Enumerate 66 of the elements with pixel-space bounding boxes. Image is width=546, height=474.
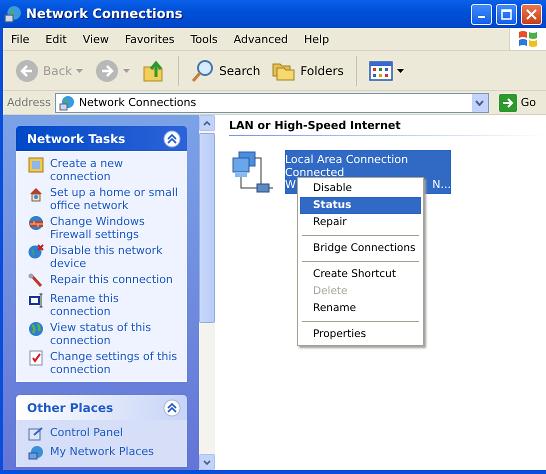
menu-item[interactable]: Edit — [37, 32, 75, 46]
connection-detail: W — [285, 179, 296, 192]
panel-title: Other Places — [27, 400, 114, 414]
document-check-icon — [28, 350, 44, 366]
search-button[interactable]: Search — [187, 56, 264, 84]
collapse-chevron-icon[interactable] — [163, 398, 181, 416]
chevron-down-icon — [475, 100, 484, 106]
go-button[interactable]: Go — [492, 94, 542, 112]
network-globe-icon — [4, 5, 22, 23]
menu-item[interactable]: Advanced — [226, 32, 296, 46]
caret-icon — [396, 68, 404, 72]
task-link[interactable]: Repair this connection — [50, 273, 173, 286]
folders-button[interactable]: Folders — [268, 56, 348, 84]
task-link[interactable]: Rename this connection — [50, 292, 179, 318]
caret-icon — [123, 68, 130, 72]
connection-detail: N... — [432, 179, 451, 192]
close-icon — [526, 8, 537, 20]
collapse-chevron-icon[interactable] — [163, 130, 181, 148]
rename-icon — [28, 292, 44, 308]
menu-item[interactable]: File — [3, 32, 38, 46]
views-grid-icon — [368, 58, 393, 82]
connection-name[interactable]: Local Area Connection — [285, 154, 451, 166]
scroll-up-icon[interactable] — [203, 120, 211, 126]
maximize-icon — [501, 8, 512, 20]
globe-cross-icon — [28, 244, 44, 260]
maximize-button[interactable] — [496, 4, 517, 24]
scroll-down-icon[interactable] — [203, 460, 211, 464]
address-field[interactable]: Network Connections — [54, 92, 489, 112]
context-menu-item[interactable]: Properties — [300, 326, 421, 343]
task-link[interactable]: Create a new connection — [50, 157, 179, 183]
connection-status: Connected — [285, 166, 346, 179]
group-heading: LAN or High-Speed Internet — [229, 119, 546, 136]
close-button[interactable] — [521, 4, 542, 24]
context-menu-item[interactable]: Bridge Connections — [300, 240, 421, 257]
context-menu-item[interactable]: Status — [300, 197, 421, 214]
task-link[interactable]: My Network Places — [50, 445, 154, 458]
wrench-icon — [28, 273, 44, 289]
caret-icon — [76, 68, 84, 72]
menu-item[interactable]: Favorites — [116, 32, 183, 46]
context-menu-item[interactable]: Create Shortcut — [300, 266, 421, 283]
minimize-button[interactable] — [471, 4, 492, 24]
context-menu-item[interactable]: Repair — [300, 214, 421, 231]
task-link[interactable]: Set up a home or small office network — [50, 186, 179, 212]
context-menu-item[interactable]: Rename — [300, 300, 421, 317]
dropdown-button[interactable] — [472, 94, 488, 112]
search-icon — [191, 58, 216, 82]
menu-item[interactable]: View — [74, 32, 117, 46]
context-menu-item[interactable]: Disable — [300, 180, 421, 197]
globe-icon — [28, 321, 44, 337]
menu-item[interactable]: Help — [296, 32, 338, 46]
menu-item[interactable]: Tools — [182, 32, 226, 46]
network-globe-icon — [58, 94, 75, 110]
control-panel-icon — [28, 426, 44, 442]
scrollbar[interactable] — [199, 115, 215, 470]
firewall-globe-icon — [28, 215, 44, 231]
task-link[interactable]: View status of this connection — [50, 321, 179, 347]
task-link[interactable]: Change settings of this connection — [50, 350, 179, 376]
task-link[interactable]: Control Panel — [50, 426, 123, 439]
task-link[interactable]: Disable this network device — [50, 244, 179, 270]
window-title: Network Connections — [26, 6, 184, 22]
connection-wizard-icon — [28, 157, 44, 173]
task-link[interactable]: Change Windows Firewall settings — [50, 215, 179, 241]
address-label: Address — [7, 96, 51, 109]
panel-title: Network Tasks — [27, 132, 126, 146]
network-computers-icon — [28, 445, 44, 461]
home-network-icon — [28, 186, 44, 202]
